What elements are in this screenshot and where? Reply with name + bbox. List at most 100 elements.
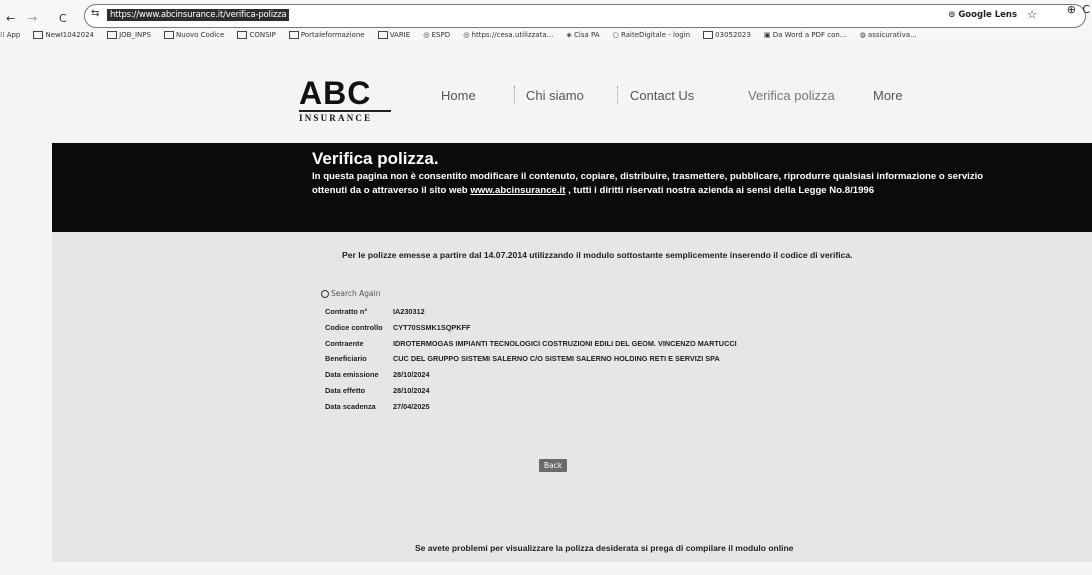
detail-row: Codice controllo CYT70SSMK1SQPKFF (325, 323, 737, 339)
folder-icon (377, 31, 388, 39)
bookmark-label: JOB_INPS (119, 31, 151, 39)
bookmark-item[interactable]: Portaleformazione (288, 28, 365, 42)
search-icon (321, 290, 329, 298)
detail-row: Contraente IDROTERMOGAS IMPIANTI TECNOLOG… (325, 339, 737, 355)
bookmark-item[interactable]: ▣ Da Word a PDF con... (764, 28, 847, 42)
detail-value: CYT70SSMK1SQPKFF (393, 322, 471, 332)
site-icon: ◍ (859, 31, 868, 39)
detail-label: Contratto n° (325, 307, 368, 316)
bookmark-item[interactable]: ⁞⁞ App (0, 28, 20, 42)
detail-value: 28/10/2024 (393, 370, 430, 380)
main-content: Per le polizze emesse a partire dal 14.0… (52, 232, 1092, 562)
google-lens-label: Google Lens (958, 10, 1017, 20)
banner-disclaimer: In questa pagina non è consentito modifi… (312, 170, 1012, 197)
folder-icon (703, 31, 714, 39)
detail-row: Contratto n° IA230312 (325, 307, 737, 323)
help-text: Se avete problemi per visualizzare la po… (415, 543, 794, 553)
folder-icon (164, 31, 175, 39)
bookmark-item[interactable]: VARIE (377, 28, 411, 42)
detail-value: IA230312 (393, 307, 425, 316)
pdf-icon: ▣ (763, 31, 773, 39)
bookmark-label: NewI1042024 (45, 31, 94, 39)
page-title: Verifica polizza. (312, 149, 439, 168)
reload-icon[interactable]: C (59, 12, 67, 25)
policy-details: Contratto n° IA230312 Codice controllo CYT… (325, 307, 737, 418)
detail-row: Data effetto 28/10/2024 (325, 386, 737, 402)
extension-icon[interactable]: ⊕ (1067, 3, 1076, 16)
bookmark-label: Da Word a PDF con... (772, 31, 847, 39)
detail-label: Beneficiario (325, 354, 367, 364)
intro-text: Per le polizze emesse a partire dal 14.0… (342, 250, 853, 260)
detail-label: Contraente (325, 338, 364, 348)
bookmark-item[interactable]: 03052023 (703, 28, 751, 42)
detail-label: Data emissione (325, 370, 379, 380)
detail-value: IDROTERMOGAS IMPIANTI TECNOLOGICI COSTRU… (393, 338, 737, 348)
bookmark-item[interactable]: ◎ ESPD (423, 28, 450, 42)
nav-chi-siamo[interactable]: Chi siamo (526, 88, 584, 103)
site-link[interactable]: www.abcinsurance.it (470, 185, 565, 196)
bookmark-label: https://cesa.utilizzata... (471, 31, 554, 39)
bookmark-item[interactable]: ◎ https://cesa.utilizzata... (463, 28, 553, 42)
bookmark-label: Cisa PA (574, 31, 600, 39)
bookmark-item[interactable]: Nuovo Codice (164, 28, 224, 42)
nav-home[interactable]: Home (441, 88, 476, 103)
bookmark-label: Nuovo Codice (176, 31, 225, 39)
bookmark-label: ESPD (431, 31, 451, 39)
bookmark-label: CONSIP (249, 31, 276, 39)
site-icon: ○ (612, 31, 622, 39)
banner-text-end: , tutti i diritti riservati nostra azien… (565, 184, 875, 196)
bookmark-item[interactable]: JOB_INPS (107, 28, 151, 42)
bookmark-item[interactable]: ◍ assicurativa... (860, 28, 917, 42)
bookmark-item[interactable]: NewI1042024 (33, 28, 94, 42)
bookmarks-bar: ⁞⁞ App NewI1042024 JOB_INPS Nuovo Codice… (0, 28, 1092, 42)
menu-icon[interactable]: C (1082, 3, 1090, 16)
folder-icon (288, 31, 299, 39)
detail-value: 27/04/2025 (393, 401, 430, 411)
browser-toolbar: ← → C ⇆ https://www.abcinsurance.it/veri… (0, 0, 1092, 42)
bookmark-item[interactable]: ◈ Cisa PA (566, 28, 599, 42)
detail-label: Data effetto (325, 385, 366, 395)
detail-row: Data scadenza 27/04/2025 (325, 402, 737, 418)
page-banner: Verifica polizza. In questa pagina non è… (52, 143, 1092, 232)
apps-grid-icon: ⁞⁞ (0, 31, 7, 39)
logo-sub-text: INSURANCE (299, 110, 391, 123)
search-again-link[interactable]: Search Again (321, 289, 380, 298)
detail-value: CUC DEL GRUPPO SISTEMI SALERNO C/O SISTE… (393, 354, 720, 364)
detail-label: Codice controllo (325, 322, 383, 332)
bookmark-label: 03052023 (715, 31, 751, 39)
bookmark-label: assicurativa... (867, 31, 917, 39)
nav-more[interactable]: More (873, 88, 903, 103)
bookmark-item[interactable]: CONSIP (237, 28, 276, 42)
google-lens-button[interactable]: ⊙ Google Lens (948, 10, 1017, 20)
lens-icon: ⊙ (948, 10, 959, 20)
bookmark-label: Portaleformazione (300, 31, 365, 39)
nav-contact-us[interactable]: Contact Us (630, 88, 694, 103)
back-arrow-icon[interactable]: ← (6, 12, 15, 25)
detail-row: Beneficiario CUC DEL GRUPPO SISTEMI SALER… (325, 354, 737, 370)
bookmark-item[interactable]: ○ RaiteDigitale - login (613, 28, 690, 42)
site-logo[interactable]: ABC INSURANCE (299, 76, 395, 123)
bookmark-star-icon[interactable]: ☆ (1027, 8, 1037, 21)
folder-icon (33, 31, 44, 39)
globe-icon: ◎ (463, 31, 472, 39)
bookmark-label: App (6, 31, 21, 39)
detail-value: 28/10/2024 (393, 385, 430, 395)
nav-separator (514, 86, 515, 104)
nav-separator (617, 86, 618, 104)
forward-arrow-icon[interactable]: → (28, 12, 37, 25)
site-info-icon[interactable]: ⇆ (91, 8, 99, 19)
bookmark-label: RaiteDigitale - login (621, 31, 691, 39)
bookmark-label: VARIE (389, 31, 411, 39)
globe-icon: ◎ (423, 31, 432, 39)
detail-row: Data emissione 28/10/2024 (325, 370, 737, 386)
folder-icon (237, 31, 248, 39)
back-button[interactable]: Back (539, 459, 567, 472)
nav-verifica-polizza[interactable]: Verifica polizza (748, 88, 835, 103)
address-bar[interactable]: ⇆ https://www.abcinsurance.it/verifica-p… (84, 4, 1086, 28)
site-icon: ◈ (566, 31, 575, 39)
folder-icon (107, 31, 118, 39)
search-again-label: Search Again (331, 289, 381, 298)
detail-label: Data scadenza (325, 401, 376, 411)
url-text[interactable]: https://www.abcinsurance.it/verifica-pol… (107, 9, 290, 21)
logo-main-text: ABC (299, 75, 372, 111)
